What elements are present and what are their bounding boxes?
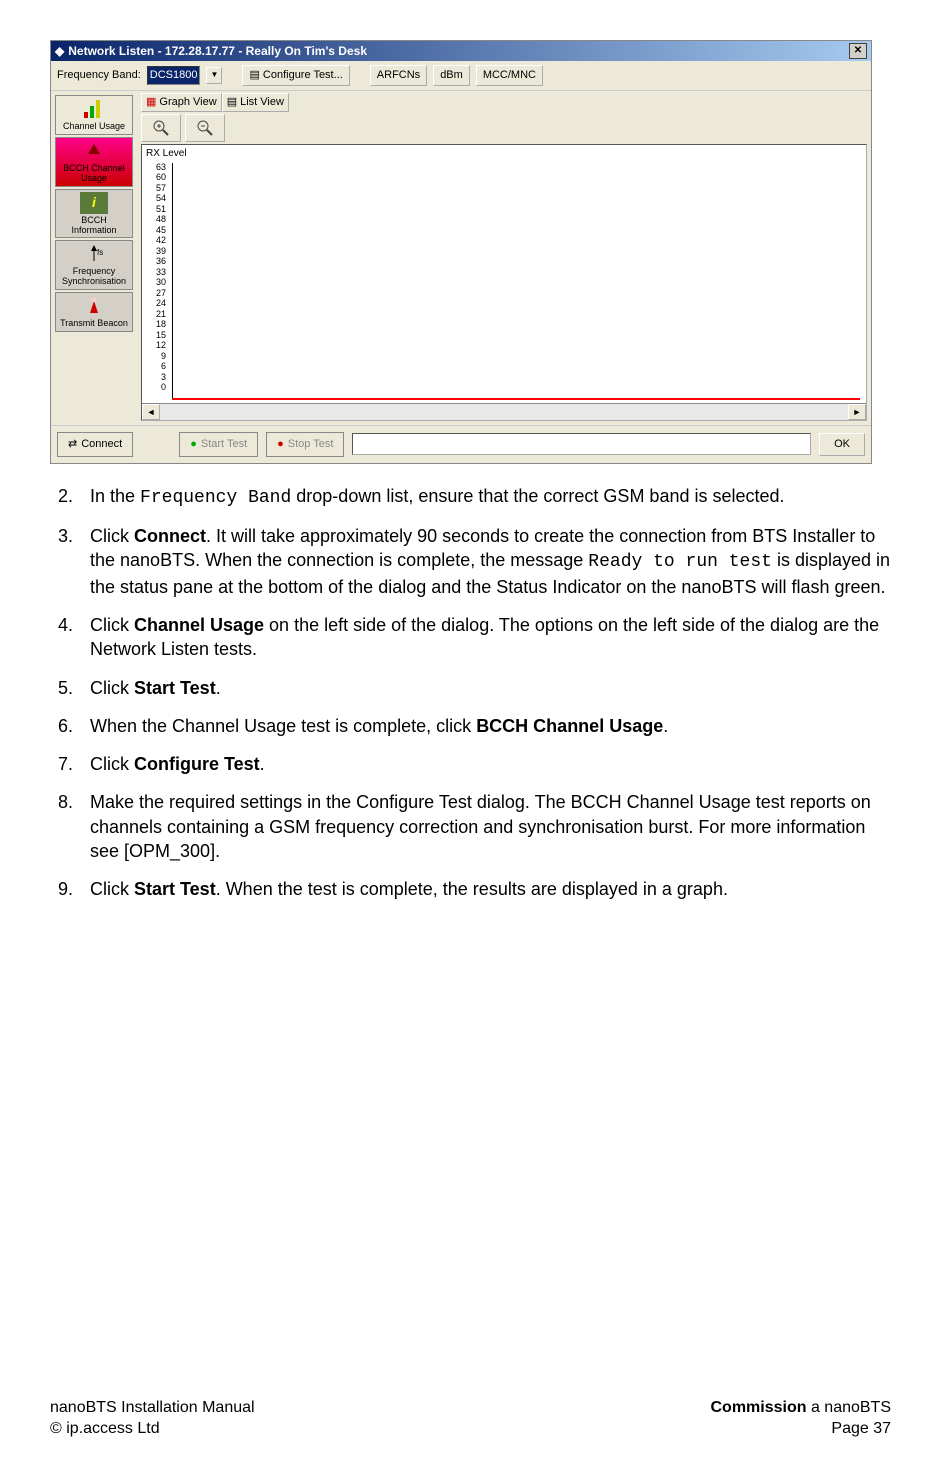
arfcns-button[interactable]: ARFCNs xyxy=(370,65,427,86)
play-icon: ● xyxy=(190,437,197,452)
instruction-step: Click Configure Test. xyxy=(78,752,891,776)
scroll-right-icon[interactable]: ► xyxy=(848,404,866,420)
chart-body xyxy=(172,163,860,400)
connect-button[interactable]: ⇄ Connect xyxy=(57,432,133,457)
horizontal-scrollbar[interactable]: ◄ ► xyxy=(142,403,866,420)
beacon-icon xyxy=(80,295,108,317)
titlebar: ◆ Network Listen - 172.28.17.77 - Really… xyxy=(51,41,871,61)
instruction-step: When the Channel Usage test is complete,… xyxy=(78,714,891,738)
network-listen-dialog: ◆ Network Listen - 172.28.17.77 - Really… xyxy=(50,40,872,464)
sidebar-item-channel-usage[interactable]: Channel Usage xyxy=(55,95,133,135)
scroll-track[interactable] xyxy=(160,404,848,420)
zoom-out-button[interactable] xyxy=(185,114,225,142)
instruction-step: Click Connect. It will take approximatel… xyxy=(78,524,891,599)
bell-icon xyxy=(80,140,108,162)
close-icon[interactable]: ✕ xyxy=(849,43,867,59)
sidebar-item-label: Frequency Synchronisation xyxy=(58,267,130,287)
instruction-list: In the Frequency Band drop-down list, en… xyxy=(50,484,891,902)
scroll-left-icon[interactable]: ◄ xyxy=(142,404,160,420)
list-icon: ▤ xyxy=(227,95,237,110)
rx-level-chart: RX Level 6360575451484542393633302724211… xyxy=(141,144,867,421)
stop-icon: ● xyxy=(277,437,284,452)
page-footer: nanoBTS Installation Manual © ip.access … xyxy=(50,1397,891,1440)
instruction-step: Click Start Test. xyxy=(78,676,891,700)
dbm-button[interactable]: dBm xyxy=(433,65,470,86)
view-tabs: ▦ Graph View ▤ List View xyxy=(141,93,867,112)
sidebar-item-bcch-information[interactable]: i BCCH Information xyxy=(55,189,133,239)
sidebar-item-bcch-channel-usage[interactable]: BCCH Channel Usage xyxy=(55,137,133,187)
footer-page-number: Page 37 xyxy=(710,1418,891,1440)
sidebar-item-label: Channel Usage xyxy=(63,122,125,132)
freq-band-label: Frequency Band: xyxy=(57,68,141,83)
mcc-mnc-button[interactable]: MCC/MNC xyxy=(476,65,543,86)
sidebar-item-label: BCCH Information xyxy=(58,216,130,236)
y-axis-ticks: 6360575451484542393633302724211815129630 xyxy=(146,163,166,394)
chart-icon: ▦ xyxy=(146,95,156,110)
status-pane xyxy=(352,433,811,455)
stop-test-button[interactable]: ● Stop Test xyxy=(266,432,344,457)
zoom-in-button[interactable] xyxy=(141,114,181,142)
zoom-out-icon xyxy=(196,119,214,137)
chevron-down-icon[interactable]: ▼ xyxy=(206,67,222,84)
footer-section: Commission a nanoBTS xyxy=(710,1397,891,1419)
toolbar: Frequency Band: DCS1800 ▼ ▤ Configure Te… xyxy=(51,61,871,91)
tab-list-view[interactable]: ▤ List View xyxy=(222,93,289,112)
chart-title: RX Level xyxy=(142,145,866,163)
page-icon: ▤ xyxy=(249,68,259,83)
svg-text:fs: fs xyxy=(97,248,103,257)
configure-test-button[interactable]: ▤ Configure Test... xyxy=(242,65,349,86)
sidebar-item-transmit-beacon[interactable]: Transmit Beacon xyxy=(55,292,133,332)
start-test-button[interactable]: ● Start Test xyxy=(179,432,258,457)
bottom-bar: ⇄ Connect ● Start Test ● Stop Test OK xyxy=(51,425,871,463)
instruction-step: Make the required settings in the Config… xyxy=(78,790,891,863)
instruction-step: Click Start Test. When the test is compl… xyxy=(78,877,891,901)
sidebar-item-frequency-sync[interactable]: fs Frequency Synchronisation xyxy=(55,240,133,290)
connect-icon: ⇄ xyxy=(68,437,77,452)
window-title: Network Listen - 172.28.17.77 - Really O… xyxy=(68,43,367,59)
frequency-icon: fs xyxy=(80,243,108,265)
zoom-in-icon xyxy=(152,119,170,137)
chart-baseline xyxy=(172,398,860,400)
sidebar-item-label: Transmit Beacon xyxy=(60,319,128,329)
info-icon: i xyxy=(80,192,108,214)
sidebar-item-label: BCCH Channel Usage xyxy=(58,164,130,184)
tab-graph-view[interactable]: ▦ Graph View xyxy=(141,93,222,112)
channel-usage-icon xyxy=(80,98,108,120)
footer-manual-title: nanoBTS Installation Manual xyxy=(50,1397,255,1419)
sidebar: Channel Usage BCCH Channel Usage i BCCH … xyxy=(51,91,137,425)
instruction-step: Click Channel Usage on the left side of … xyxy=(78,613,891,662)
window-icon: ◆ xyxy=(55,43,64,59)
footer-copyright: © ip.access Ltd xyxy=(50,1418,255,1440)
ok-button[interactable]: OK xyxy=(819,433,865,456)
instruction-step: In the Frequency Band drop-down list, en… xyxy=(78,484,891,510)
freq-band-dropdown[interactable]: DCS1800 xyxy=(147,66,201,85)
